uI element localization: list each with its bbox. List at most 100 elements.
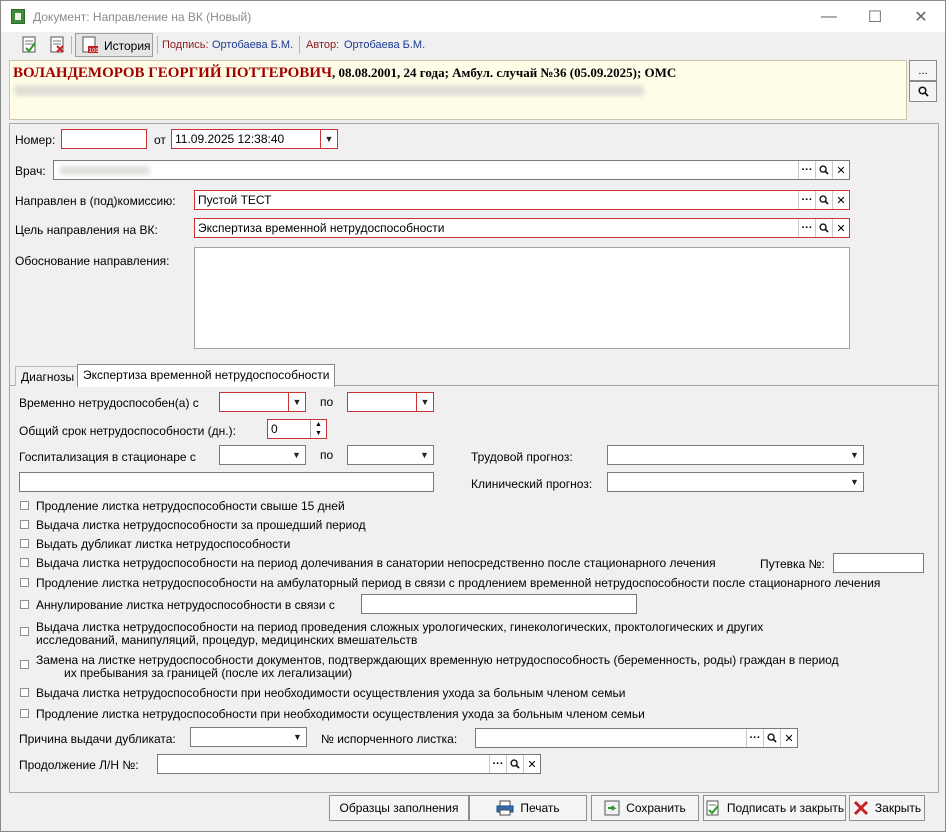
document-window: Документ: Направление на ВК (Новый) — ☐ … bbox=[0, 0, 946, 832]
search-icon[interactable] bbox=[506, 755, 523, 773]
spoiled-sheet-field[interactable]: ··· ✕ bbox=[475, 728, 798, 748]
chevron-down-icon[interactable]: ▼ bbox=[288, 446, 305, 464]
close-button[interactable]: Закрыть bbox=[849, 795, 925, 821]
date-picker[interactable]: 11.09.2025 12:38:40 ▼ bbox=[171, 129, 338, 149]
total-days-spinner[interactable]: 0 ▲ ▼ bbox=[267, 419, 327, 439]
history-button[interactable]: 100 История bbox=[75, 33, 153, 57]
spinner-buttons[interactable]: ▲ ▼ bbox=[310, 420, 326, 438]
chevron-down-icon[interactable]: ▼ bbox=[416, 393, 433, 411]
total-days-label: Общий срок нетрудоспособности (дн.): bbox=[19, 424, 236, 438]
author-label: Автор: bbox=[306, 39, 340, 51]
field-buttons: ··· ✕ bbox=[746, 729, 797, 747]
checkbox-label: Выдача листка нетрудоспособности на пери… bbox=[36, 620, 764, 634]
chevron-down-icon[interactable]: ▼ bbox=[846, 446, 863, 464]
cancellation-reason-input[interactable] bbox=[361, 594, 637, 614]
duplicate-reason-select[interactable]: ▼ bbox=[190, 727, 307, 747]
ellipsis-icon[interactable]: ··· bbox=[798, 219, 815, 237]
clear-icon[interactable]: ✕ bbox=[780, 729, 797, 747]
clinical-prognosis-label: Клинический прогноз: bbox=[471, 477, 593, 491]
unsign-doc-button[interactable] bbox=[47, 34, 69, 56]
checkbox-label: Выдача листка нетрудоспособности за прош… bbox=[36, 518, 366, 532]
chevron-down-icon[interactable]: ▼ bbox=[416, 446, 433, 464]
clinical-prognosis-select[interactable]: ▼ bbox=[607, 472, 864, 492]
purpose-field[interactable]: Экспертиза временной нетрудоспособности … bbox=[194, 218, 850, 238]
from-label: от bbox=[154, 133, 166, 147]
search-icon[interactable] bbox=[815, 191, 832, 209]
chevron-down-icon[interactable]: ▼ bbox=[846, 473, 863, 491]
signature-label: Подпись: bbox=[162, 39, 209, 51]
checkbox-family-care[interactable] bbox=[20, 688, 29, 697]
checkbox-label-line2: их пребывания за границей (после их лега… bbox=[64, 666, 353, 680]
justification-textarea[interactable] bbox=[194, 247, 850, 349]
save-icon bbox=[604, 800, 620, 816]
ellipsis-icon[interactable]: ··· bbox=[798, 161, 815, 179]
search-icon[interactable] bbox=[763, 729, 780, 747]
patient-banner: ВОЛАНДЕМОРОВ ГЕОРГИЙ ПОТТЕРОВИЧ, 08.08.2… bbox=[9, 60, 907, 120]
ellipsis-icon[interactable]: ··· bbox=[746, 729, 763, 747]
hospital-text-input[interactable] bbox=[19, 472, 434, 492]
chevron-down-icon[interactable]: ▼ bbox=[320, 130, 337, 148]
sign-doc-button[interactable] bbox=[19, 34, 41, 56]
close-button-label: Закрыть bbox=[874, 801, 922, 815]
disabled-from-date[interactable]: ▼ bbox=[219, 392, 306, 412]
button-bar: Образцы заполнения Печать Сохранить Подп… bbox=[9, 793, 939, 825]
tab-expertise[interactable]: Экспертиза временной нетрудоспособности bbox=[77, 364, 336, 387]
title-bar: Документ: Направление на ВК (Новый) — ☐ … bbox=[1, 1, 945, 32]
ellipsis-icon[interactable]: ··· bbox=[798, 191, 815, 209]
clear-icon[interactable]: ✕ bbox=[832, 219, 849, 237]
patient-search-button[interactable] bbox=[909, 81, 937, 102]
unsign-document-icon bbox=[50, 36, 64, 53]
toolbar-separator bbox=[157, 36, 158, 54]
continuation-field[interactable]: ··· ✕ bbox=[157, 754, 541, 774]
checkbox-family-care-extension[interactable] bbox=[20, 709, 29, 718]
purpose-value: Экспертиза временной нетрудоспособности bbox=[198, 221, 445, 235]
print-button[interactable]: Печать bbox=[469, 795, 587, 821]
samples-button[interactable]: Образцы заполнения bbox=[329, 795, 469, 821]
hospital-to-date[interactable]: ▼ bbox=[347, 445, 434, 465]
clear-icon[interactable]: ✕ bbox=[523, 755, 540, 773]
close-window-button[interactable]: ✕ bbox=[898, 1, 944, 32]
clear-icon[interactable]: ✕ bbox=[832, 161, 849, 179]
tab-diagnoses[interactable]: Диагнозы bbox=[15, 366, 81, 386]
voucher-input[interactable] bbox=[833, 553, 924, 573]
hospital-from-date[interactable]: ▼ bbox=[219, 445, 306, 465]
number-input[interactable] bbox=[61, 129, 147, 149]
sign-document-icon bbox=[706, 800, 719, 816]
checkbox-past-period[interactable] bbox=[20, 520, 29, 529]
clear-icon[interactable]: ✕ bbox=[832, 191, 849, 209]
hospital-label: Госпитализация в стационаре с bbox=[19, 450, 196, 464]
search-icon bbox=[917, 86, 929, 97]
sign-close-button[interactable]: Подписать и закрыть bbox=[703, 795, 846, 821]
work-prognosis-select[interactable]: ▼ bbox=[607, 445, 864, 465]
search-icon[interactable] bbox=[815, 161, 832, 179]
chevron-down-icon[interactable]: ▼ bbox=[289, 728, 306, 746]
checkbox-extend-15-days[interactable] bbox=[20, 501, 29, 510]
total-days-value: 0 bbox=[271, 422, 278, 436]
checkbox-label: Продление листка нетрудоспособности свыш… bbox=[36, 499, 345, 513]
toolbar-separator bbox=[299, 36, 300, 54]
checkbox-duplicate[interactable] bbox=[20, 539, 29, 548]
sign-close-button-label: Подписать и закрыть bbox=[726, 801, 845, 815]
minimize-button[interactable]: — bbox=[806, 1, 852, 32]
save-button[interactable]: Сохранить bbox=[591, 795, 699, 821]
search-icon[interactable] bbox=[815, 219, 832, 237]
field-buttons: ··· ✕ bbox=[489, 755, 540, 773]
chevron-down-icon[interactable]: ▼ bbox=[288, 393, 305, 411]
printer-icon bbox=[496, 800, 514, 816]
checkbox-document-replacement[interactable] bbox=[20, 660, 29, 669]
commission-value: Пустой ТЕСТ bbox=[198, 193, 272, 207]
checkbox-ambulatory-extension[interactable] bbox=[20, 578, 29, 587]
checkbox-complex-procedures[interactable] bbox=[20, 627, 29, 636]
ellipsis-icon[interactable]: ··· bbox=[489, 755, 506, 773]
commission-field[interactable]: Пустой ТЕСТ ··· ✕ bbox=[194, 190, 850, 210]
patient-more-button[interactable]: ... bbox=[909, 60, 937, 81]
checkbox-sanatorium[interactable] bbox=[20, 558, 29, 567]
checkbox-label-line2: исследований, манипуляций, процедур, мед… bbox=[36, 633, 418, 647]
toolbar: 100 История Подпись: Ортобаева Б.М. Авто… bbox=[1, 32, 945, 58]
maximize-button[interactable]: ☐ bbox=[852, 1, 898, 32]
doctor-field[interactable]: ··· ✕ bbox=[53, 160, 850, 180]
disabled-to-date[interactable]: ▼ bbox=[347, 392, 434, 412]
samples-button-label: Образцы заполнения bbox=[339, 801, 459, 815]
continuation-label: Продолжение Л/Н №: bbox=[19, 758, 139, 772]
checkbox-cancellation[interactable] bbox=[20, 600, 29, 609]
